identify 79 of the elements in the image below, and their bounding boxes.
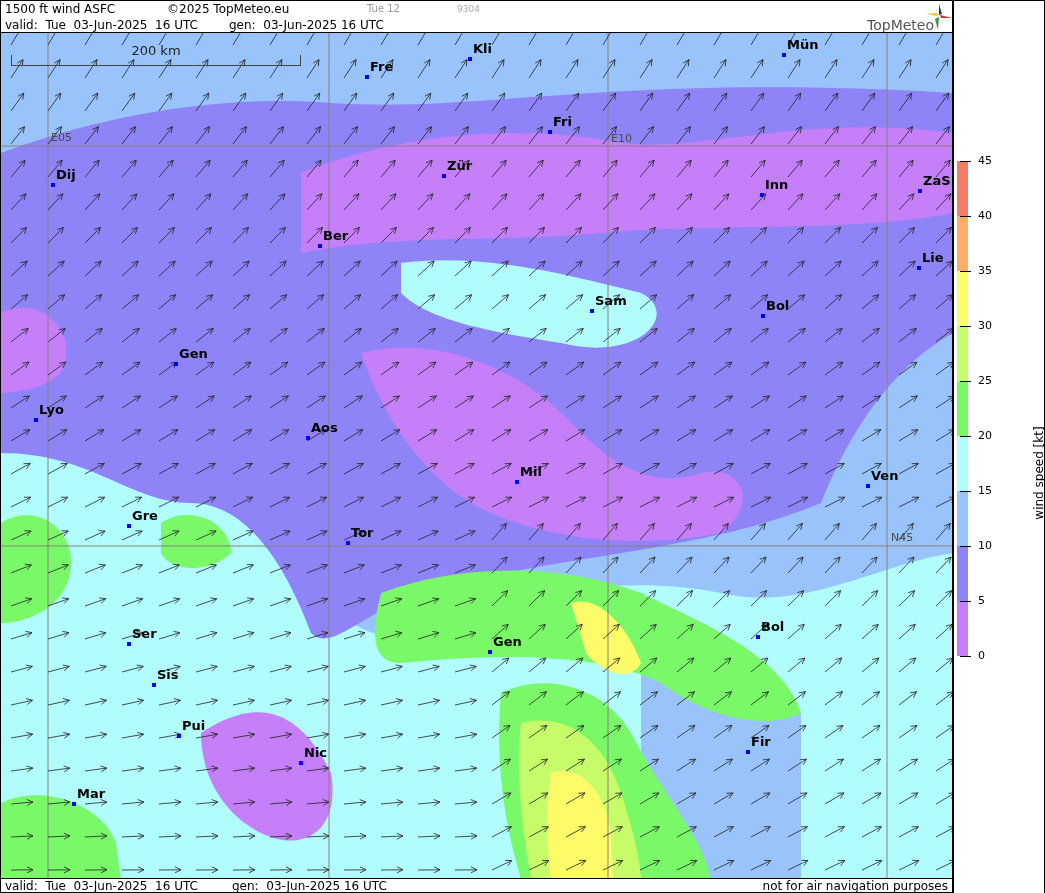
city-marker [127, 524, 131, 528]
city-marker [488, 650, 492, 654]
city-label: Lie [922, 250, 944, 265]
generated-time: gen: 03-Jun-2025 16 UTC [229, 17, 384, 33]
city-label: Fre [370, 59, 394, 74]
scale-tick-label: 15 [978, 485, 992, 497]
scale-tick-label: 20 [978, 430, 992, 442]
city-label: Fir [751, 734, 771, 749]
city-marker [548, 130, 552, 134]
city-marker [346, 541, 350, 545]
forecast-step: Tue 12 [367, 1, 457, 17]
scale-tick-label: 25 [978, 375, 992, 387]
city-label: Sis [157, 667, 179, 682]
city-marker [365, 75, 369, 79]
city-marker [51, 183, 55, 187]
city-marker [468, 57, 472, 61]
city-label: Mar [77, 786, 106, 801]
city-label: Ven [871, 468, 899, 483]
city-label: Bol [766, 298, 790, 313]
city-label: Ser [132, 626, 157, 641]
city-label: Mün [787, 37, 819, 52]
copyright-text: ©2025 TopMeteo.eu [167, 1, 291, 17]
city-marker [917, 266, 921, 270]
city-label: ZaS [923, 173, 951, 188]
city-marker [515, 480, 519, 484]
logo-text: TopMeteo [867, 17, 934, 33]
city-label: Bol [761, 619, 785, 634]
city-label: Gen [179, 346, 208, 361]
generated-time: gen: 03-Jun-2025 16 UTC [232, 877, 387, 893]
city-label: Aos [311, 420, 338, 435]
city-label: Dij [56, 167, 76, 182]
grid-label: E10 [611, 132, 632, 145]
city-label: Kli [473, 41, 492, 56]
city-label: Mil [520, 464, 542, 479]
city-label: Tor [351, 525, 374, 540]
city-label: Inn [765, 177, 789, 192]
city-marker [760, 193, 764, 197]
scale-tick-label: 40 [978, 210, 992, 222]
city-marker [177, 734, 181, 738]
grid-label: E05 [51, 131, 72, 144]
grid-label: N45 [891, 531, 914, 544]
city-marker [306, 436, 310, 440]
city-label: Pui [182, 718, 206, 733]
product-code: 9304 [457, 3, 480, 16]
city-marker [299, 761, 303, 765]
city-label: Gen [493, 634, 522, 649]
city-marker [756, 635, 760, 639]
disclaimer-text: not for air navigation purposes [762, 877, 948, 893]
city-marker [34, 418, 38, 422]
city-marker [782, 53, 786, 57]
city-label: Zür [447, 158, 473, 173]
city-marker [866, 484, 870, 488]
scale-label: 200 km [131, 43, 181, 60]
city-label: Nic [304, 745, 328, 760]
scale-tick-label: 45 [978, 155, 992, 167]
city-label: Fri [553, 114, 572, 129]
city-label: Gre [132, 508, 158, 523]
city-marker [152, 683, 156, 687]
city-label: Sam [595, 293, 627, 308]
city-label: Lyo [39, 402, 64, 417]
city-marker [918, 189, 922, 193]
city-marker [590, 309, 594, 313]
valid-time: valid: Tue 03-Jun-2025 16 UTC [5, 877, 199, 893]
city-marker [746, 750, 750, 754]
city-marker [72, 802, 76, 806]
map-title: 1500 ft wind ASFC [5, 1, 117, 17]
city-label: Ber [323, 228, 349, 243]
scale-tick-label: 35 [978, 265, 992, 277]
city-marker [318, 244, 322, 248]
valid-time: valid: Tue 03-Jun-2025 16 UTC [5, 17, 199, 33]
city-marker [442, 174, 446, 178]
scale-tick-label: 5 [978, 595, 985, 607]
legend-title: wind speed [kt] [1031, 426, 1045, 520]
scale-tick-label: 10 [978, 540, 992, 552]
scale-tick-label: 0 [978, 650, 985, 662]
city-marker [127, 642, 131, 646]
city-marker [174, 362, 178, 366]
scale-tick-label: 30 [978, 320, 992, 332]
city-marker [761, 314, 765, 318]
